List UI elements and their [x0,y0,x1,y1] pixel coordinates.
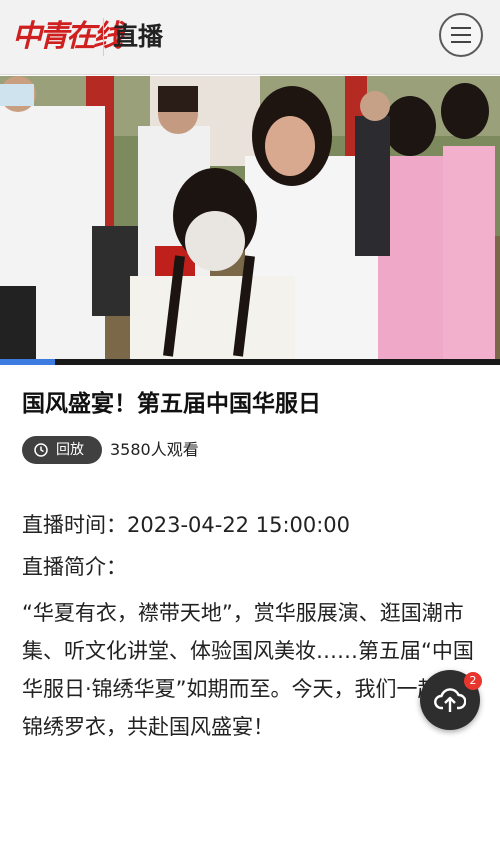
video-frame [0,76,500,360]
intro-label: 直播简介： [22,555,127,579]
page-title: 直播 [113,22,164,51]
header-divider [103,18,104,56]
video-progress-bar[interactable] [0,359,500,365]
cloud-upload-icon [434,688,466,712]
hamburger-menu-icon[interactable] [439,13,483,57]
view-count: 3580人观看 [110,440,199,459]
clock-icon [34,443,48,457]
replay-badge[interactable]: 回放 [22,436,102,464]
broadcast-time: 直播时间：2023-04-22 15:00:00 [22,508,350,542]
live-title: 国风盛宴！第五届中国华服日 [22,391,321,417]
video-player[interactable] [0,76,500,360]
broadcast-time-value: 2023-04-22 15:00:00 [127,513,351,537]
top-header: 中青在线 直播 [0,0,500,75]
intro-text: “华夏有衣，襟带天地”，赏华服展演、逛国潮市集、听文化讲堂、体验国风美妆……第五… [22,601,474,739]
broadcast-time-label: 直播时间： [22,513,127,537]
video-progress-fill [0,359,55,365]
replay-label: 回放 [56,442,84,458]
notification-badge: 2 [464,672,482,690]
